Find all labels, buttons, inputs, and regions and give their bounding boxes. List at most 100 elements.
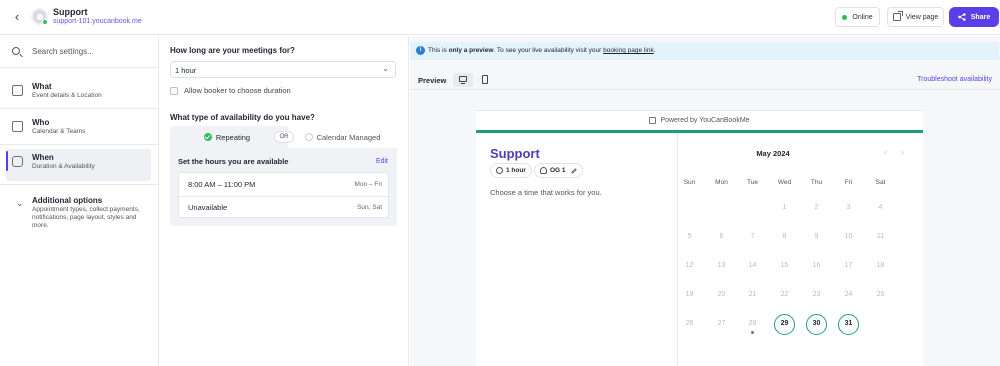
sidebar-item-what[interactable]: What Event details & Location bbox=[6, 78, 151, 110]
page-title: Support bbox=[53, 7, 88, 17]
chevron-down-icon: ⌄ bbox=[16, 198, 24, 208]
share-icon bbox=[957, 13, 966, 21]
user-icon bbox=[540, 167, 547, 174]
online-status-button[interactable]: Online bbox=[835, 7, 880, 27]
repeating-label: Repeating bbox=[215, 132, 251, 142]
calendar-day: 5 bbox=[687, 233, 692, 240]
weekday-label: Thu bbox=[810, 179, 823, 186]
sidebar-item-additional-options[interactable]: ⌄ Additional options Appointment types, … bbox=[6, 192, 151, 238]
weekday-label: Sun bbox=[683, 179, 696, 186]
banner-text: This is only a preview. To see your live… bbox=[428, 47, 656, 54]
calendar-day: 20 bbox=[717, 291, 726, 298]
banner-middle: . To see your live availability visit yo… bbox=[493, 47, 604, 54]
calendar-day[interactable]: 30 bbox=[806, 314, 827, 335]
external-link-icon bbox=[892, 11, 903, 21]
checkbox[interactable] bbox=[170, 86, 178, 95]
calendar-day: 11 bbox=[876, 233, 885, 240]
sidebar-item-title: Who bbox=[32, 118, 50, 127]
calendar-doc-icon bbox=[12, 85, 23, 96]
calendar-day: 8 bbox=[782, 233, 787, 240]
calendar-managed-option[interactable]: Calendar Managed bbox=[288, 126, 397, 148]
troubleshoot-availability-link[interactable]: Troubleshoot availability bbox=[917, 76, 992, 83]
booking-page-link[interactable]: booking page link bbox=[603, 47, 654, 54]
sidebar-item-when[interactable]: When Duration & Availability bbox=[6, 149, 151, 181]
desktop-preview-button[interactable] bbox=[453, 73, 473, 87]
hours-time: Unavailable bbox=[188, 203, 228, 212]
calendar-day: 24 bbox=[844, 291, 853, 298]
divider bbox=[677, 133, 678, 366]
sidebar-item-title: When bbox=[32, 153, 54, 162]
or-badge: OR bbox=[274, 131, 294, 143]
hours-title: Set the hours you are available bbox=[178, 157, 289, 166]
hours-days: Sun, Sat bbox=[357, 204, 382, 211]
check-circle-icon bbox=[203, 133, 212, 141]
weekday-label: Tue bbox=[747, 179, 758, 186]
allow-booker-duration-checkbox[interactable]: Allow booker to choose duration bbox=[170, 86, 291, 95]
clock-icon bbox=[496, 167, 503, 174]
preview-area: i This is only a preview. To see your li… bbox=[410, 36, 1000, 366]
repeating-option[interactable]: Repeating bbox=[170, 126, 284, 148]
preview-info-banner: i This is only a preview. To see your li… bbox=[410, 42, 999, 60]
hours-row: 8:00 AM – 11:00 PM Mon – Fri bbox=[179, 173, 390, 196]
chevron-left-icon[interactable]: ‹ bbox=[10, 10, 24, 24]
calendar-day: 28 bbox=[748, 320, 757, 327]
calendar-day: 12 bbox=[685, 262, 694, 269]
calendar-day[interactable]: 31 bbox=[838, 314, 859, 335]
today-indicator bbox=[751, 331, 754, 334]
online-label: Online bbox=[852, 13, 873, 21]
banner-suffix: . bbox=[653, 47, 656, 54]
calendar-day: 25 bbox=[876, 291, 885, 298]
calendar-managed-label: Calendar Managed bbox=[316, 132, 381, 142]
calendar-day: 13 bbox=[717, 262, 726, 269]
chevron-down-icon: ⌄ bbox=[382, 64, 389, 73]
booking-title: Support bbox=[490, 146, 540, 161]
search-input[interactable]: Search settings... bbox=[32, 47, 94, 56]
duration-pill: 1 hour bbox=[490, 163, 532, 178]
search-icon bbox=[12, 47, 20, 55]
preview-label: Preview bbox=[418, 76, 447, 85]
calendar-day: 17 bbox=[844, 262, 853, 269]
powered-by: Powered by YouCanBookMe bbox=[476, 111, 923, 130]
calendar-day: 14 bbox=[748, 262, 757, 269]
availability-box: Repeating Calendar Managed OR Set the ho… bbox=[170, 126, 397, 226]
sidebar-item-subtitle: Event details & Location bbox=[32, 92, 102, 99]
calendar-day: 22 bbox=[780, 291, 789, 298]
weekday-label: Wed bbox=[777, 179, 792, 186]
banner-prefix: This is bbox=[428, 47, 449, 54]
view-page-button[interactable]: View page bbox=[887, 7, 944, 27]
share-button[interactable]: Share bbox=[949, 7, 999, 27]
calendar-day: 9 bbox=[814, 233, 819, 240]
duration-select[interactable]: 1 hour ⌄ bbox=[170, 61, 396, 78]
calendar-day: 10 bbox=[844, 233, 853, 240]
month-label: May 2024 bbox=[756, 149, 790, 158]
active-indicator bbox=[6, 151, 8, 171]
sidebar-item-who[interactable]: Who Calendar & Teams bbox=[6, 114, 151, 146]
calendar-day: 7 bbox=[750, 233, 755, 240]
sidebar-item-title: What bbox=[32, 82, 52, 91]
prev-month-icon[interactable]: ‹ bbox=[884, 147, 887, 157]
share-label: Share bbox=[970, 13, 991, 21]
duration-value: 1 hour bbox=[175, 66, 197, 75]
calendar-day: 4 bbox=[878, 204, 883, 211]
when-settings-panel: How long are your meetings for? 1 hour ⌄… bbox=[160, 36, 409, 366]
calendar-day: 16 bbox=[812, 262, 821, 269]
mobile-preview-button[interactable] bbox=[475, 73, 495, 87]
hours-days: Mon – Fri bbox=[354, 181, 382, 188]
calendar-day: 23 bbox=[812, 291, 821, 298]
divider bbox=[0, 184, 158, 185]
hours-time: 8:00 AM – 11:00 PM bbox=[188, 180, 256, 189]
next-month-icon[interactable]: › bbox=[901, 147, 904, 157]
edit-hours-link[interactable]: Edit bbox=[376, 158, 388, 165]
calendar-day[interactable]: 29 bbox=[774, 314, 795, 335]
sidebar-item-subtitle: Duration & Availability bbox=[32, 163, 95, 170]
booking-page-preview: Powered by YouCanBookMe Support 1 hour O… bbox=[476, 110, 923, 366]
page-url-link[interactable]: support-101.youcanbook.me bbox=[53, 18, 142, 25]
sidebar-item-title: Additional options bbox=[32, 196, 103, 205]
accent-bar bbox=[476, 130, 923, 133]
pencil-icon bbox=[570, 167, 577, 174]
search-settings[interactable]: Search settings... bbox=[0, 36, 158, 68]
online-dot-icon bbox=[842, 14, 848, 20]
mobile-icon bbox=[482, 75, 488, 84]
host-pill[interactable]: OG 1 bbox=[534, 163, 583, 178]
hours-row: Unavailable Sun, Sat bbox=[179, 196, 390, 219]
